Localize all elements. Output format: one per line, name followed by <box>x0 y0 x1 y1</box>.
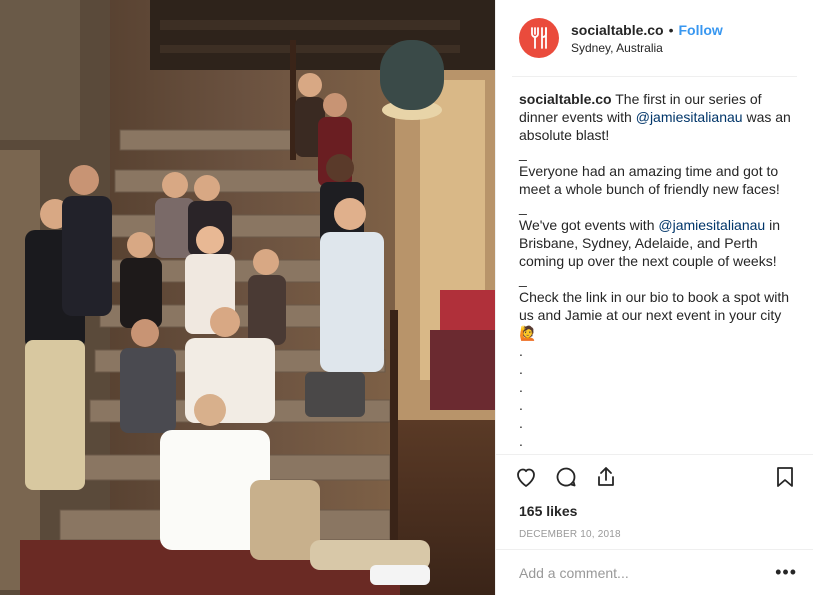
caption-paragraph-2: Everyone had an amazing time and got to … <box>519 163 780 197</box>
caption-dot: . <box>519 433 523 449</box>
caption-username[interactable]: socialtable.co <box>519 91 612 107</box>
likes-count[interactable]: 165 likes <box>496 499 813 523</box>
header-username[interactable]: socialtable.co <box>571 22 664 38</box>
caption-dot: . <box>519 361 523 377</box>
caption-mention-1[interactable]: @jamiesitalianau <box>636 109 743 125</box>
post-sidebar: socialtable.co • Follow Sydney, Australi… <box>495 0 813 595</box>
caption-dots: . . . . . . <box>519 342 797 450</box>
caption-text-3: We've got events with <box>519 217 655 233</box>
caption-paragraph-1: socialtable.co The first in our series o… <box>519 90 797 144</box>
heart-icon[interactable] <box>514 465 538 489</box>
header-text: socialtable.co • Follow Sydney, Australi… <box>571 22 723 55</box>
caption-mention-2[interactable]: @jamiesitalianau <box>658 217 765 233</box>
post-photo[interactable] <box>0 0 495 595</box>
post-header: socialtable.co • Follow Sydney, Australi… <box>496 0 813 76</box>
caption-separator-2: _ <box>519 199 527 215</box>
action-bar <box>496 454 813 499</box>
caption-dot: . <box>519 343 523 359</box>
caption-paragraph-4: Check the link in our bio to book a spot… <box>519 288 797 342</box>
comment-box: Add a comment... ••• <box>496 549 813 595</box>
caption-dot: . <box>519 415 523 431</box>
header-separator: • <box>668 21 674 38</box>
caption-dot: . <box>519 397 523 413</box>
caption-text-4: Check the link in our bio to book a spot… <box>519 289 790 323</box>
comment-input[interactable]: Add a comment... <box>519 565 775 581</box>
instagram-post: socialtable.co • Follow Sydney, Australi… <box>0 0 813 595</box>
comment-icon[interactable] <box>554 465 578 489</box>
caption-paragraph-3: We've got events with @jamiesitalianau i… <box>519 216 797 270</box>
raising-hand-emoji: 🙋 <box>519 325 537 341</box>
forks-logo-icon <box>531 27 547 49</box>
photo-illustration <box>0 0 495 595</box>
header-row: socialtable.co • Follow <box>571 22 723 38</box>
post-caption: socialtable.co The first in our series o… <box>496 77 813 454</box>
more-options-icon[interactable]: ••• <box>775 562 797 583</box>
caption-dot: . <box>519 379 523 395</box>
follow-button[interactable]: Follow <box>679 22 723 38</box>
share-icon[interactable] <box>594 465 618 489</box>
post-date: DECEMBER 10, 2018 <box>519 529 621 540</box>
avatar[interactable] <box>519 18 559 58</box>
bookmark-icon[interactable] <box>773 465 797 489</box>
caption-separator-3: _ <box>519 271 527 287</box>
location-link[interactable]: Sydney, Australia <box>571 41 723 55</box>
caption-separator-1: _ <box>519 145 527 161</box>
